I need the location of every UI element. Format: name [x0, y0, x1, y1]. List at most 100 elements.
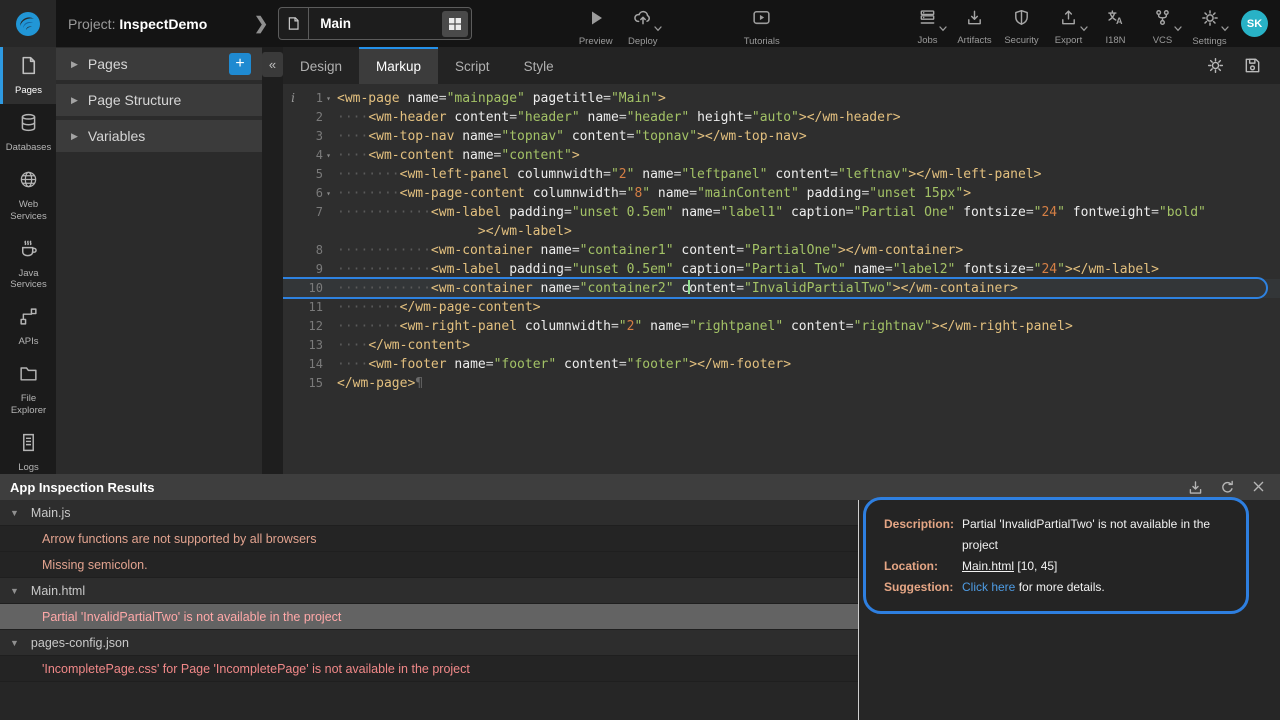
- inspection-issue[interactable]: 'IncompletePage.css' for Page 'Incomplet…: [0, 656, 858, 682]
- user-avatar[interactable]: SK: [1241, 10, 1268, 37]
- gear-icon: [1200, 8, 1220, 33]
- line-number: 7: [303, 203, 331, 222]
- refresh-results-icon[interactable]: [1219, 479, 1236, 496]
- grid-icon[interactable]: [442, 11, 468, 37]
- line-number: [303, 222, 331, 241]
- save-icon[interactable]: [1243, 56, 1262, 75]
- code-line-4[interactable]: 4▾····<wm-content name="content">: [283, 146, 1280, 165]
- chevron-down-icon: [939, 19, 947, 37]
- inspection-file-Main-html[interactable]: ▼Main.html: [0, 578, 858, 604]
- page-selector[interactable]: Main: [278, 7, 472, 40]
- tab-style[interactable]: Style: [507, 47, 571, 84]
- panel-section-page-structure[interactable]: ▶Page Structure: [56, 84, 262, 116]
- sidebar-item-java-services[interactable]: Java Services: [0, 230, 56, 299]
- server-icon: [918, 8, 937, 32]
- topbar-action-settings[interactable]: Settings: [1186, 1, 1233, 47]
- fold-marker-icon[interactable]: ▾: [323, 89, 331, 108]
- sidebar-item-file-explorer[interactable]: File Explorer: [0, 355, 56, 424]
- sidebar-item-label: APIs: [18, 336, 38, 348]
- code-text: <wm-page name="mainpage" pagetitle="Main…: [331, 89, 666, 108]
- topbar-action-artifacts[interactable]: Artifacts: [951, 1, 998, 46]
- line-number: 4▾: [303, 146, 331, 165]
- code-editor[interactable]: i1▾<wm-page name="mainpage" pagetitle="M…: [283, 84, 1280, 474]
- click-here-link[interactable]: Click here: [962, 580, 1015, 594]
- topbar: Project: InspectDemo ❯ Main PreviewDeplo…: [0, 0, 1280, 47]
- sidebar-item-apis[interactable]: APIs: [0, 298, 56, 355]
- code-line-10[interactable]: 10············<wm-container name="contai…: [283, 279, 1280, 298]
- editor-settings-gear-icon[interactable]: [1206, 56, 1225, 75]
- error-details-tooltip: Description: Partial 'InvalidPartialTwo'…: [863, 497, 1249, 614]
- code-line-9[interactable]: 9············<wm-label padding="unset 0.…: [283, 260, 1280, 279]
- topbar-actions-left: PreviewDeploy: [572, 1, 666, 47]
- topbar-action-label: Tutorials: [744, 36, 780, 47]
- sidebar-item-web-services[interactable]: Web Services: [0, 161, 56, 230]
- topbar-action-export[interactable]: Export: [1045, 1, 1092, 46]
- line-number: 9: [303, 260, 331, 279]
- sidebar-item-pages[interactable]: Pages: [0, 47, 56, 104]
- inspection-file-Main-js[interactable]: ▼Main.js: [0, 500, 858, 526]
- upload-tray-icon: [1059, 8, 1078, 32]
- code-line-6[interactable]: 6▾········<wm-page-content columnwidth="…: [283, 184, 1280, 203]
- gutter-annotation: i: [283, 89, 303, 108]
- page-selector-value: Main: [309, 16, 442, 31]
- inspection-file-pages-config-json[interactable]: ▼pages-config.json: [0, 630, 858, 656]
- download-results-icon[interactable]: [1187, 479, 1204, 496]
- code-text: ····</wm-content>: [331, 336, 470, 355]
- code-line-1[interactable]: i1▾<wm-page name="mainpage" pagetitle="M…: [283, 89, 1280, 108]
- fold-marker-icon[interactable]: ▾: [323, 146, 331, 165]
- location-file-link[interactable]: Main.html: [962, 559, 1014, 573]
- coffee-icon: [18, 238, 39, 264]
- topbar-action-label: Settings: [1192, 36, 1226, 47]
- add-page-button[interactable]: +: [229, 53, 251, 75]
- gutter-annotation: [283, 298, 303, 317]
- topbar-actions-mid: Tutorials: [738, 0, 785, 47]
- sidebar-item-label: Java Services: [3, 268, 54, 292]
- topbar-action-deploy[interactable]: Deploy: [619, 1, 666, 47]
- line-number: 12: [303, 317, 331, 336]
- branch-icon: [1153, 8, 1172, 32]
- tab-script[interactable]: Script: [438, 47, 507, 84]
- topbar-action-security[interactable]: Security: [998, 1, 1045, 46]
- inspection-issue[interactable]: Missing semicolon.: [0, 552, 858, 578]
- code-line-12[interactable]: 12········<wm-right-panel columnwidth="2…: [283, 317, 1280, 336]
- inspection-issue[interactable]: Arrow functions are not supported by all…: [0, 526, 858, 552]
- topbar-action-i18n[interactable]: AI18N: [1092, 1, 1139, 46]
- inspection-issue[interactable]: Partial 'InvalidPartialTwo' is not avail…: [0, 604, 858, 630]
- line-number: 3: [303, 127, 331, 146]
- project-name: Project: InspectDemo: [68, 16, 254, 32]
- gutter-annotation: [283, 165, 303, 184]
- code-line-14[interactable]: 14····<wm-footer name="footer" content="…: [283, 355, 1280, 374]
- topbar-action-label: Security: [1004, 35, 1038, 46]
- code-text: ></wm-label>: [331, 222, 572, 241]
- panel-section-pages[interactable]: ▶Pages+: [56, 48, 262, 80]
- wavemaker-logo-icon[interactable]: [0, 0, 56, 47]
- code-line-7[interactable]: 7············<wm-label padding="unset 0.…: [283, 203, 1280, 222]
- code-line-8[interactable]: 8············<wm-container name="contain…: [283, 241, 1280, 260]
- tab-design[interactable]: Design: [283, 47, 359, 84]
- page-file-icon: [279, 8, 309, 39]
- tab-markup[interactable]: Markup: [359, 47, 438, 84]
- gutter-annotation: [283, 146, 303, 165]
- topbar-action-vcs[interactable]: VCS: [1139, 1, 1186, 46]
- gutter-annotation: [283, 203, 303, 222]
- collapse-panel-button[interactable]: «: [262, 52, 283, 77]
- gutter-annotation: [283, 317, 303, 336]
- topbar-action-preview[interactable]: Preview: [572, 1, 619, 47]
- panel-section-variables[interactable]: ▶Variables: [56, 120, 262, 152]
- topbar-action-jobs[interactable]: Jobs: [904, 1, 951, 46]
- code-line-wrap[interactable]: ></wm-label>: [283, 222, 1280, 241]
- sidebar-item-databases[interactable]: Databases: [0, 104, 56, 161]
- code-line-2[interactable]: 2····<wm-header content="header" name="h…: [283, 108, 1280, 127]
- code-line-3[interactable]: 3····<wm-top-nav name="topnav" content="…: [283, 127, 1280, 146]
- inspection-file-label: Main.html: [31, 584, 85, 598]
- fold-marker-icon[interactable]: ▾: [323, 184, 331, 203]
- code-line-15[interactable]: 15</wm-page>¶: [283, 374, 1280, 393]
- topbar-actions-right: JobsArtifacts Security ExportAI18NVCS Setti…: [904, 1, 1233, 47]
- topbar-action-tutorials[interactable]: Tutorials: [738, 0, 785, 47]
- close-panel-icon[interactable]: [1251, 479, 1266, 496]
- code-line-13[interactable]: 13····</wm-content>: [283, 336, 1280, 355]
- code-line-11[interactable]: 11········</wm-page-content>: [283, 298, 1280, 317]
- sidebar-item-logs[interactable]: Logs: [0, 424, 56, 481]
- code-line-5[interactable]: 5········<wm-left-panel columnwidth="2" …: [283, 165, 1280, 184]
- database-icon: [18, 112, 39, 138]
